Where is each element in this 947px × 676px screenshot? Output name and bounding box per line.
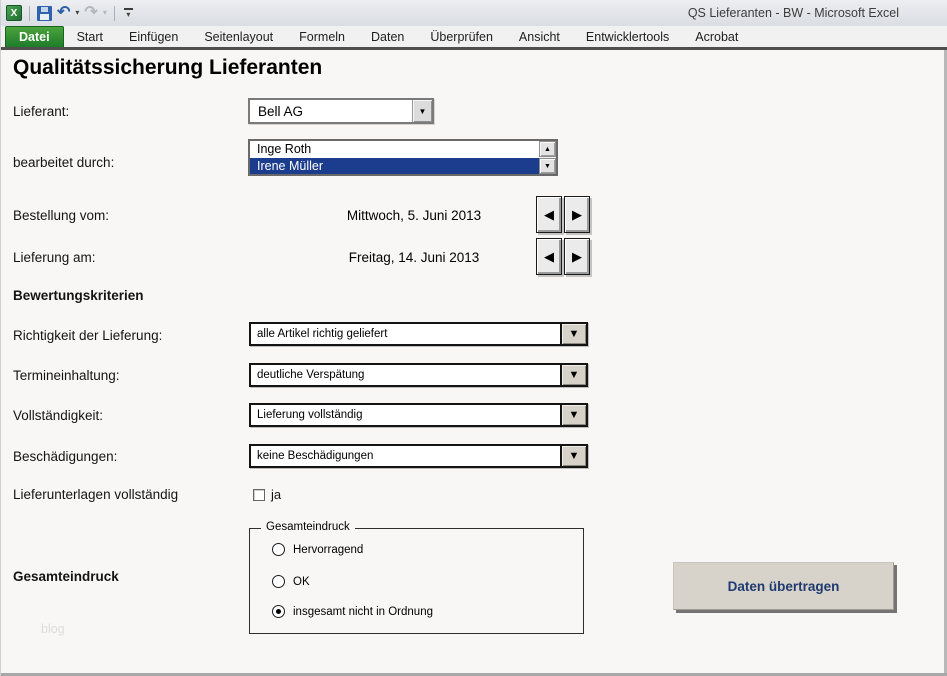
scroll-up-icon[interactable]: ▲	[539, 141, 556, 157]
redo-icon: ↷	[84, 4, 98, 21]
correctness-label: Richtigkeit der Lieferung:	[13, 328, 163, 343]
ribbon-tab-bar: Datei Start Einfügen Seitenlayout Formel…	[1, 26, 947, 47]
excel-window: X ↶ ▾ ↷ ▾ ▾ QS Lieferanten - BW - Micros…	[0, 0, 947, 676]
supplier-dropdown[interactable]: Bell AG ▼	[248, 98, 434, 124]
chevron-down-icon[interactable]: ▼	[560, 446, 586, 466]
ribbon-divider	[1, 47, 947, 50]
tab-ueberpruefen[interactable]: Überprüfen	[417, 26, 506, 47]
completeness-value: Lieferung vollständig	[257, 409, 363, 421]
tab-datei[interactable]: Datei	[5, 26, 64, 47]
undo-dropdown-icon[interactable]: ▾	[75, 9, 79, 17]
radio-label: Hervorragend	[293, 543, 364, 556]
tab-formeln[interactable]: Formeln	[286, 26, 358, 47]
excel-app-icon[interactable]: X	[6, 5, 22, 21]
divider	[113, 5, 115, 21]
overall-groupbox: Gesamteindruck Hervorragend OK insgesamt…	[249, 521, 584, 634]
scroll-down-icon[interactable]: ▼	[539, 158, 556, 174]
tab-acrobat[interactable]: Acrobat	[682, 26, 751, 47]
list-item[interactable]: Inge Roth	[250, 141, 539, 158]
supplier-value: Bell AG	[258, 103, 304, 119]
criteria-heading: Bewertungskriterien	[13, 288, 144, 303]
radio-option-excellent[interactable]: Hervorragend	[272, 543, 363, 556]
chevron-down-icon[interactable]: ▼	[560, 324, 586, 344]
documents-label: Lieferunterlagen vollständig	[13, 487, 179, 502]
tab-seitenlayout[interactable]: Seitenlayout	[191, 26, 286, 47]
tab-daten[interactable]: Daten	[358, 26, 417, 47]
undo-icon[interactable]: ↶	[57, 5, 70, 21]
delivery-date-label: Lieferung am:	[13, 250, 96, 265]
radio-option-not-ok[interactable]: insgesamt nicht in Ordnung	[272, 605, 433, 618]
divider	[29, 5, 30, 21]
radio-icon[interactable]	[272, 575, 285, 588]
chevron-down-icon: ▾	[126, 9, 131, 19]
spin-left-button[interactable]: ◀	[536, 238, 562, 275]
window-title: QS Lieferanten - BW - Microsoft Excel	[687, 6, 899, 20]
chevron-down-icon[interactable]: ▼	[412, 100, 432, 122]
supplier-label: Lieferant:	[13, 104, 70, 119]
overall-label: Gesamteindruck	[13, 569, 119, 584]
chevron-down-icon[interactable]: ▼	[560, 365, 586, 385]
radio-label: insgesamt nicht in Ordnung	[293, 605, 433, 618]
order-date-value: Mittwoch, 5. Juni 2013	[346, 208, 482, 223]
correctness-value: alle Artikel richtig geliefert	[257, 328, 388, 340]
spin-right-button[interactable]: ▶	[564, 196, 590, 233]
documents-checkbox-label: ja	[271, 487, 282, 502]
save-icon[interactable]	[37, 5, 52, 21]
overall-group-title: Gesamteindruck	[261, 521, 355, 533]
punctuality-value: deutliche Verspätung	[257, 369, 365, 381]
punctuality-dropdown[interactable]: deutliche Verspätung ▼	[249, 363, 588, 387]
damage-dropdown[interactable]: keine Beschädigungen ▼	[249, 444, 588, 468]
tab-einfuegen[interactable]: Einfügen	[116, 26, 191, 47]
watermark-text: blog	[41, 622, 65, 636]
tab-entwicklertools[interactable]: Entwicklertools	[573, 26, 682, 47]
damage-value: keine Beschädigungen	[257, 450, 374, 462]
radio-icon-selected[interactable]	[272, 605, 285, 618]
spin-right-button[interactable]: ▶	[564, 238, 590, 275]
customize-quick-access-icon[interactable]: ▾	[123, 7, 133, 19]
punctuality-label: Termineinhaltung:	[13, 368, 120, 383]
listbox-scrollbar[interactable]: ▲ ▼	[539, 141, 556, 174]
radio-label: OK	[293, 575, 310, 588]
page-title: Qualitätssicherung Lieferanten	[13, 56, 323, 79]
documents-checkbox[interactable]	[253, 489, 265, 501]
radio-icon[interactable]	[272, 543, 285, 556]
editor-listbox[interactable]: Inge Roth Irene Müller ▲ ▼	[248, 139, 558, 176]
tab-ansicht[interactable]: Ansicht	[506, 26, 573, 47]
order-date-spinner: ◀ ▶	[536, 196, 590, 233]
order-date-label: Bestellung vom:	[13, 208, 110, 223]
delivery-date-spinner: ◀ ▶	[536, 238, 590, 275]
editor-label: bearbeitet durch:	[13, 155, 115, 170]
correctness-dropdown[interactable]: alle Artikel richtig geliefert ▼	[249, 322, 588, 346]
redo-dropdown-icon: ▾	[102, 8, 107, 17]
tab-start[interactable]: Start	[64, 26, 116, 47]
delivery-date-value: Freitag, 14. Juni 2013	[348, 250, 480, 265]
submit-data-button[interactable]: Daten übertragen	[673, 562, 894, 610]
damage-label: Beschädigungen:	[13, 449, 118, 464]
list-item-selected[interactable]: Irene Müller	[250, 157, 539, 174]
radio-option-ok[interactable]: OK	[272, 575, 310, 588]
title-bar: X ↶ ▾ ↷ ▾ ▾ QS Lieferanten - BW - Micros…	[1, 0, 947, 26]
completeness-label: Vollständigkeit:	[13, 408, 104, 423]
spin-left-button[interactable]: ◀	[536, 196, 562, 233]
chevron-down-icon[interactable]: ▼	[560, 405, 586, 425]
completeness-dropdown[interactable]: Lieferung vollständig ▼	[249, 403, 588, 427]
